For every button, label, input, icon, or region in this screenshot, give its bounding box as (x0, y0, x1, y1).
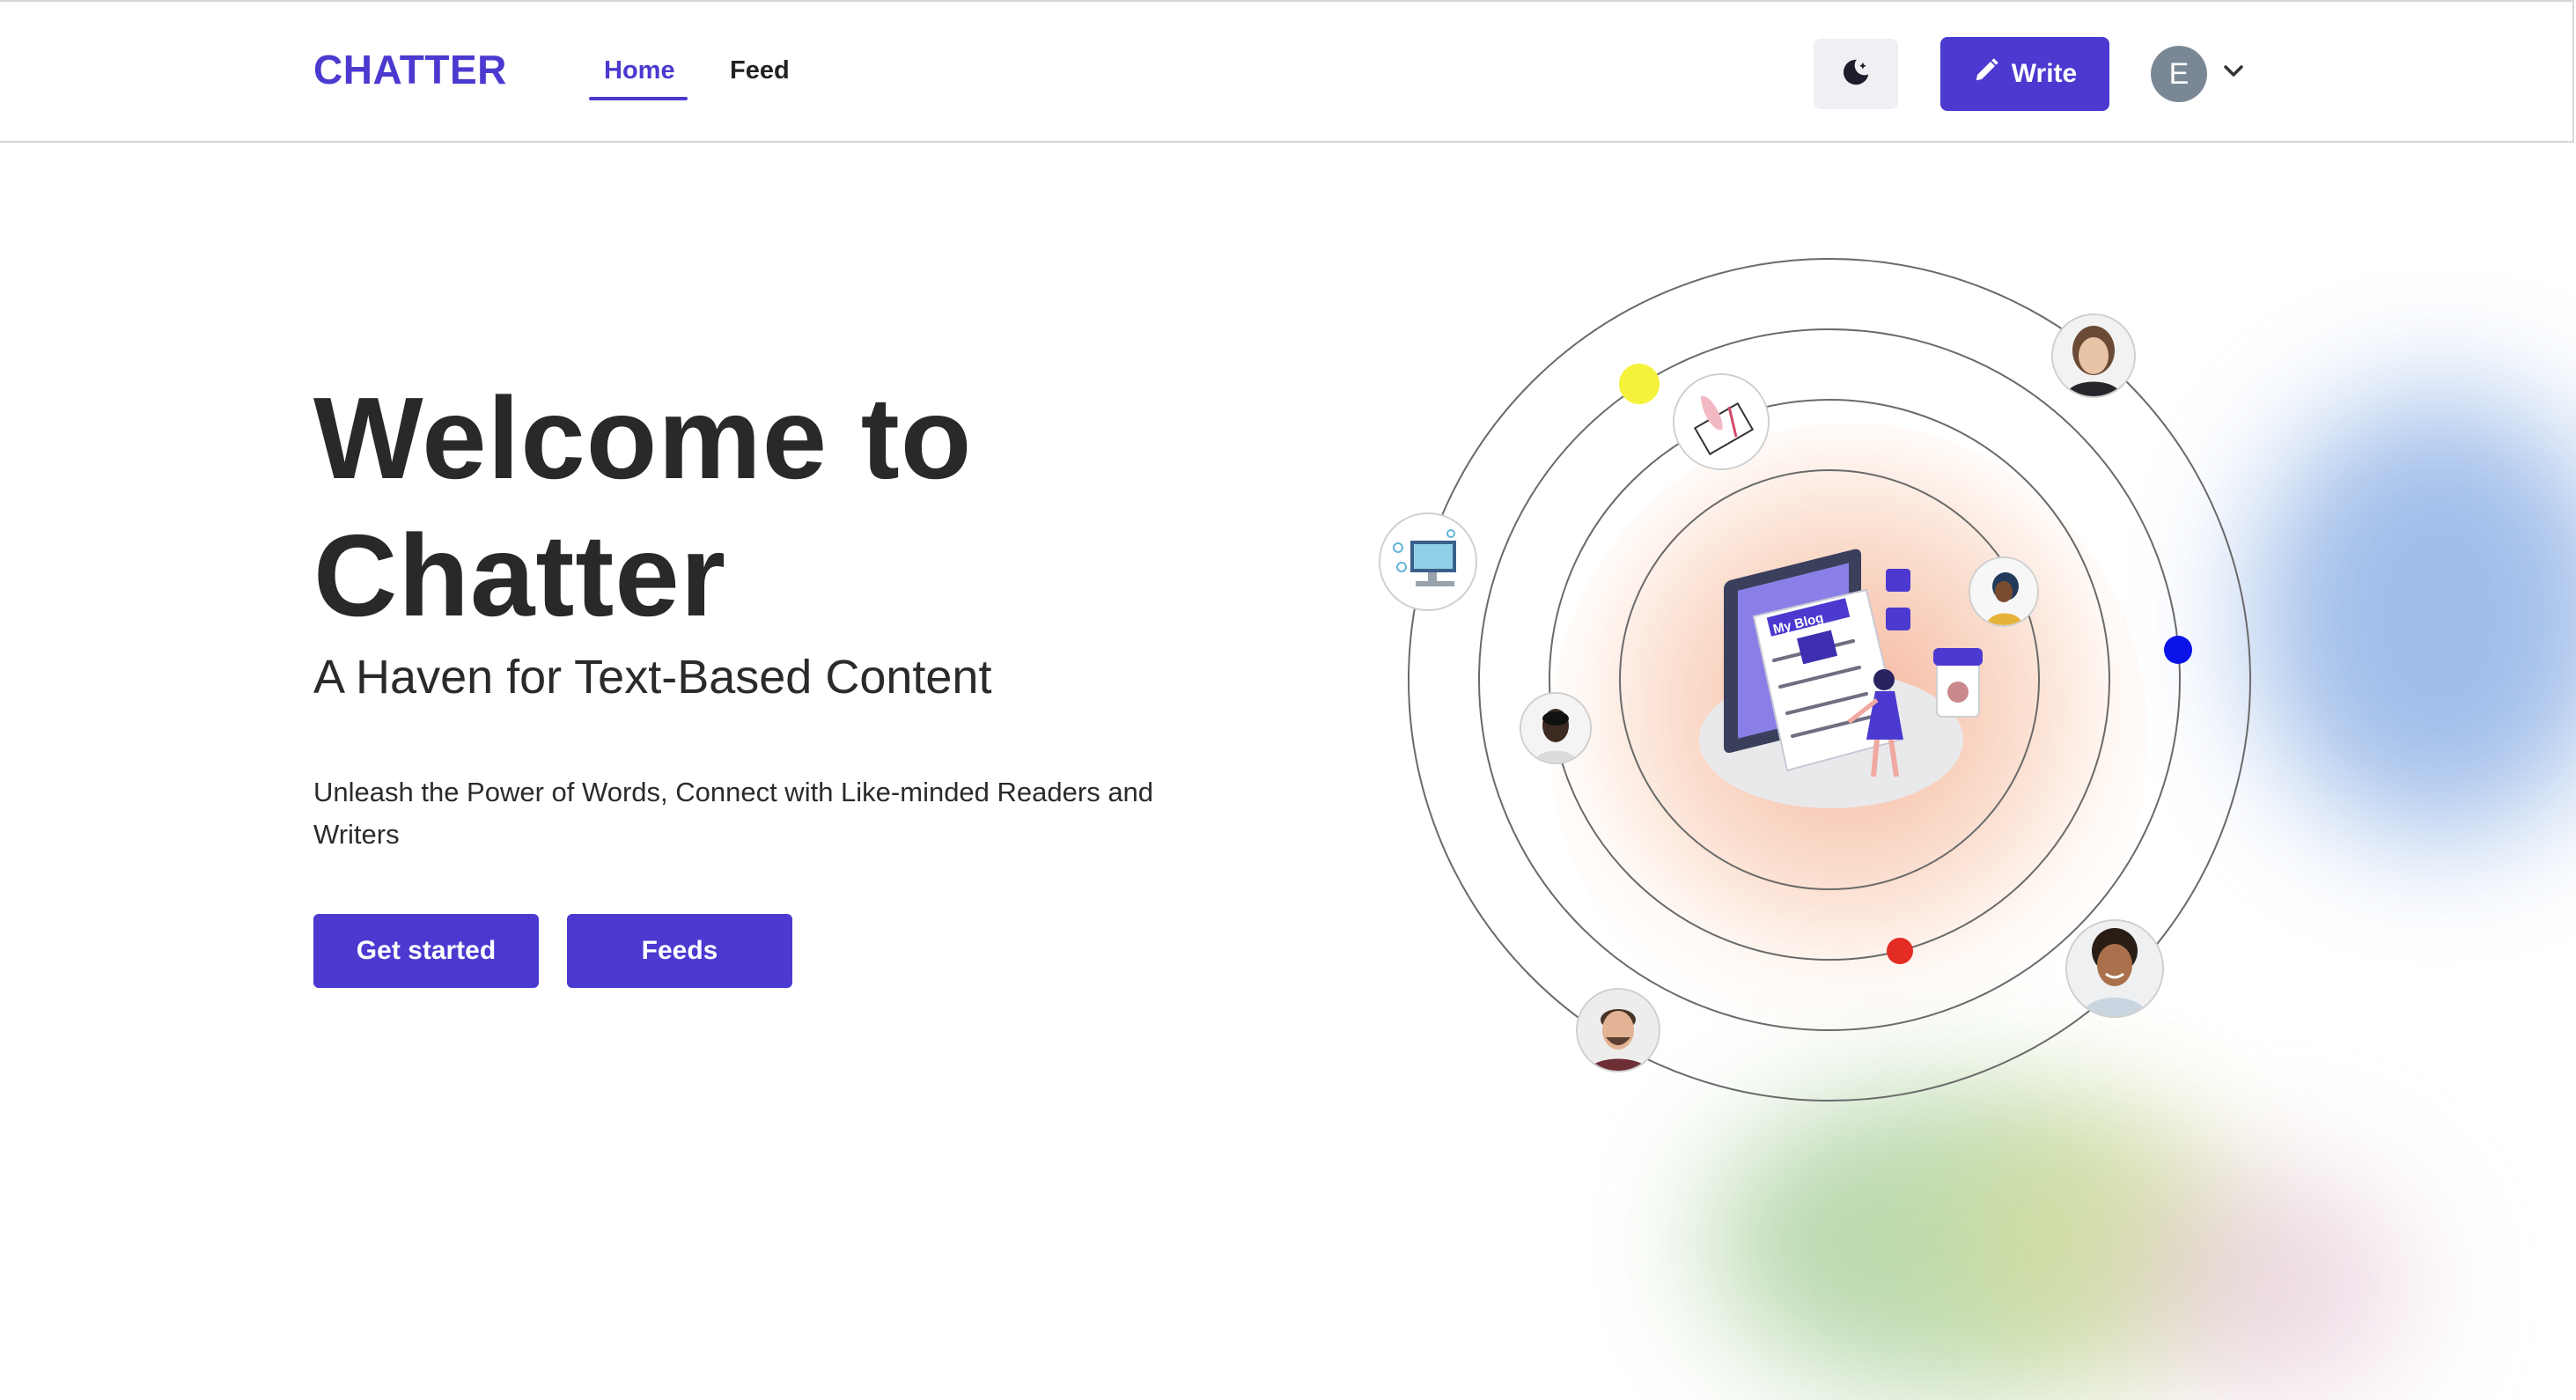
orbit-avatar-man-left (1520, 692, 1592, 764)
blog-writing-illustration: My Blog (1699, 549, 1983, 808)
write-button[interactable]: Write (1940, 37, 2109, 111)
theme-toggle-button[interactable] (1814, 39, 1898, 109)
brand-logo[interactable]: CHATTER (313, 46, 507, 93)
hero-subtitle: A Haven for Text-Based Content (313, 651, 992, 704)
orbit-avatar-woman-right (1969, 556, 2039, 627)
hero-title-line1: Welcome to (313, 373, 973, 503)
nav-active-indicator (589, 97, 688, 100)
user-avatar[interactable]: E (2151, 46, 2207, 102)
orbit-icon-notebook (1673, 373, 1770, 470)
orbit-avatar-man-bottom (1576, 988, 1660, 1072)
get-started-button[interactable]: Get started (313, 914, 539, 988)
orbit-dot-blue (2164, 636, 2192, 664)
nav-home[interactable]: Home (604, 56, 675, 85)
hero-title-line2: Chatter (313, 511, 727, 640)
chevron-down-icon[interactable] (2224, 65, 2243, 82)
pencil-icon (1973, 57, 1999, 91)
orbit-avatar-woman-top (2051, 313, 2136, 398)
moon-icon (1839, 55, 1873, 93)
top-navbar: CHATTER Home Feed Write E (0, 0, 2574, 143)
orbit-icon-computer (1379, 512, 1477, 611)
hero-description: Unleash the Power of Words, Connect with… (313, 777, 1154, 850)
write-button-label: Write (2011, 59, 2078, 88)
hero-title: Welcome to Chatter (313, 370, 972, 645)
decorative-blue-blob (2254, 396, 2576, 836)
feeds-button[interactable]: Feeds (567, 914, 792, 988)
orbit-dot-yellow (1619, 364, 1660, 404)
nav-feed[interactable]: Feed (730, 56, 790, 85)
decorative-pink-blob (2131, 1171, 2412, 1400)
orbit-dot-red (1887, 938, 1913, 964)
orbit-avatar-man-smiling (2065, 919, 2164, 1018)
